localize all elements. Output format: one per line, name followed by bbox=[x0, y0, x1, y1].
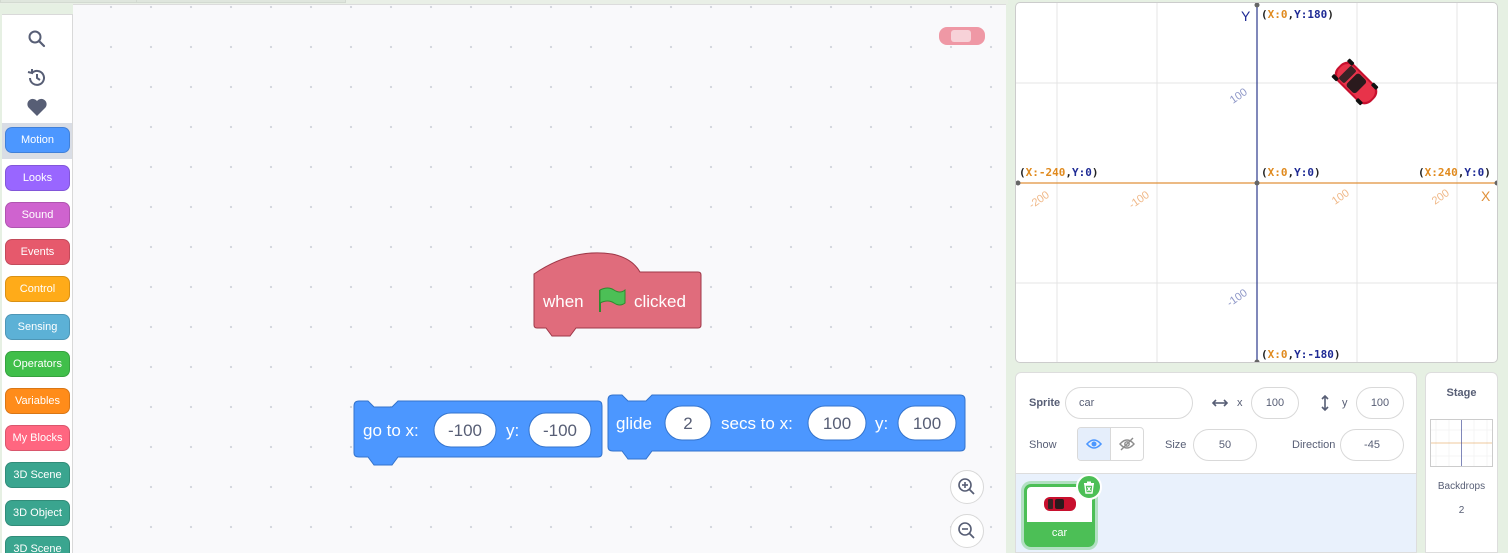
block-category-sidebar: Motion Looks Sound Events Control Sensing Oper… bbox=[2, 14, 73, 553]
goto-y-value: -100 bbox=[543, 421, 577, 440]
category-my-blocks[interactable]: My Blocks bbox=[5, 425, 70, 451]
show-sprite-button[interactable] bbox=[1078, 428, 1111, 460]
category-3d-object[interactable]: 3D Object bbox=[5, 500, 70, 526]
code-workspace[interactable]: when clicked go to x: -100 y: -100 glide… bbox=[73, 4, 1006, 553]
sprite-tile-name: car bbox=[1027, 522, 1092, 544]
y-tick: -100 bbox=[1225, 287, 1250, 309]
stage-selector-title: Stage bbox=[1446, 387, 1477, 399]
sprite-info-panel: Sprite car x 100 y 100 Show Size 50 Dire… bbox=[1015, 372, 1417, 553]
eye-icon bbox=[1085, 439, 1102, 449]
category-operators[interactable]: Operators bbox=[5, 351, 70, 377]
goto-label-x: go to x: bbox=[363, 421, 419, 440]
hat-label-clicked: clicked bbox=[634, 292, 686, 311]
glide-label-secs-to-x: secs to x: bbox=[721, 414, 793, 433]
category-events[interactable]: Events bbox=[5, 239, 70, 265]
car-thumbnail bbox=[1044, 497, 1076, 511]
category-variables[interactable]: Variables bbox=[5, 388, 70, 414]
zoom-in-icon bbox=[958, 478, 975, 495]
x-tick: -200 bbox=[1027, 189, 1052, 211]
tab-ghost bbox=[136, 0, 346, 3]
eye-slash-icon bbox=[1118, 437, 1135, 451]
history-icon[interactable] bbox=[24, 65, 50, 91]
origin-dot bbox=[1254, 180, 1260, 186]
category-sound[interactable]: Sound bbox=[5, 202, 70, 228]
x-tick: 200 bbox=[1430, 187, 1452, 207]
sprite-tile-car[interactable]: car bbox=[1024, 474, 1102, 547]
bottom-edge-dot bbox=[1254, 359, 1260, 362]
glide-x-value: 100 bbox=[823, 414, 851, 433]
x-tick: -100 bbox=[1127, 189, 1152, 211]
trash-icon bbox=[1084, 481, 1094, 494]
search-icon[interactable] bbox=[24, 26, 50, 52]
y-label: y bbox=[1342, 397, 1348, 409]
when-flag-clicked-block[interactable]: when clicked bbox=[532, 252, 704, 342]
zoom-out-button[interactable] bbox=[950, 514, 984, 548]
y-tick-labels: 100 -100 bbox=[1225, 86, 1250, 309]
goto-x-value: -100 bbox=[448, 421, 482, 440]
backdrops-label: Backdrops bbox=[1437, 481, 1486, 492]
glide-y-value: 100 bbox=[913, 414, 941, 433]
zoom-out-icon bbox=[958, 522, 975, 539]
size-input[interactable]: 50 bbox=[1193, 429, 1257, 461]
sprite-label: Sprite bbox=[1029, 397, 1061, 409]
category-control[interactable]: Control bbox=[5, 276, 70, 302]
glide-to-xy-block[interactable]: glide 2 secs to x: 100 y: 100 bbox=[606, 393, 968, 467]
x-position-input[interactable]: 100 bbox=[1251, 387, 1299, 419]
coord-left: (X:-240,Y:0) bbox=[1019, 166, 1099, 179]
vertical-arrows-icon bbox=[1321, 394, 1329, 412]
heart-icon[interactable] bbox=[24, 94, 50, 120]
x-axis-label: X bbox=[1481, 188, 1491, 204]
delete-sprite-button[interactable] bbox=[1076, 474, 1102, 500]
left-edge-dot bbox=[1016, 180, 1021, 186]
y-tick: 100 bbox=[1228, 86, 1250, 106]
x-tick-labels: -200 -100 100 200 bbox=[1027, 187, 1452, 211]
show-label: Show bbox=[1029, 439, 1057, 451]
coord-right: (X:240,Y:0) bbox=[1418, 166, 1491, 179]
glide-secs-value: 2 bbox=[683, 414, 692, 433]
current-sprite-indicator bbox=[939, 27, 985, 45]
hat-label-when: when bbox=[542, 292, 584, 311]
x-label: x bbox=[1237, 397, 1243, 409]
sprite-name-input[interactable]: car bbox=[1065, 387, 1193, 419]
sprite-list: car bbox=[1016, 473, 1416, 552]
x-tick: 100 bbox=[1330, 187, 1352, 207]
direction-input[interactable]: -45 bbox=[1340, 429, 1404, 461]
stage-selector[interactable]: Stage Backdrops 2 bbox=[1425, 372, 1498, 553]
category-motion[interactable]: Motion bbox=[5, 127, 70, 153]
category-3d-scene[interactable]: 3D Scene bbox=[5, 462, 70, 488]
zoom-in-button[interactable] bbox=[950, 470, 984, 504]
stage-canvas[interactable]: Y X (X:0,Y:180) (X:0,Y:-180) (X:-240,Y:0… bbox=[1015, 2, 1498, 363]
horizontal-arrows-icon bbox=[1211, 399, 1229, 407]
category-3d-scene[interactable]: 3D Scene bbox=[5, 536, 70, 553]
category-looks[interactable]: Looks bbox=[5, 165, 70, 191]
visibility-toggle bbox=[1077, 427, 1144, 461]
coord-top: (X:0,Y:180) bbox=[1261, 8, 1334, 21]
backdrops-count: 2 bbox=[1458, 505, 1465, 516]
right-edge-dot bbox=[1494, 180, 1497, 186]
category-sensing[interactable]: Sensing bbox=[5, 314, 70, 340]
glide-label-y: y: bbox=[875, 414, 888, 433]
stage-thumbnail[interactable] bbox=[1430, 419, 1493, 467]
direction-label: Direction bbox=[1292, 439, 1336, 451]
y-position-input[interactable]: 100 bbox=[1356, 387, 1404, 419]
y-axis-label: Y bbox=[1241, 8, 1251, 24]
size-label: Size bbox=[1165, 439, 1187, 451]
top-edge-dot bbox=[1254, 3, 1260, 8]
goto-xy-block[interactable]: go to x: -100 y: -100 bbox=[352, 399, 605, 473]
goto-label-y: y: bbox=[506, 421, 519, 440]
coord-bottom: (X:0,Y:-180) bbox=[1261, 348, 1341, 361]
glide-label: glide bbox=[616, 414, 652, 433]
hide-sprite-button[interactable] bbox=[1111, 428, 1144, 460]
coord-center: (X:0,Y:0) bbox=[1261, 166, 1321, 179]
